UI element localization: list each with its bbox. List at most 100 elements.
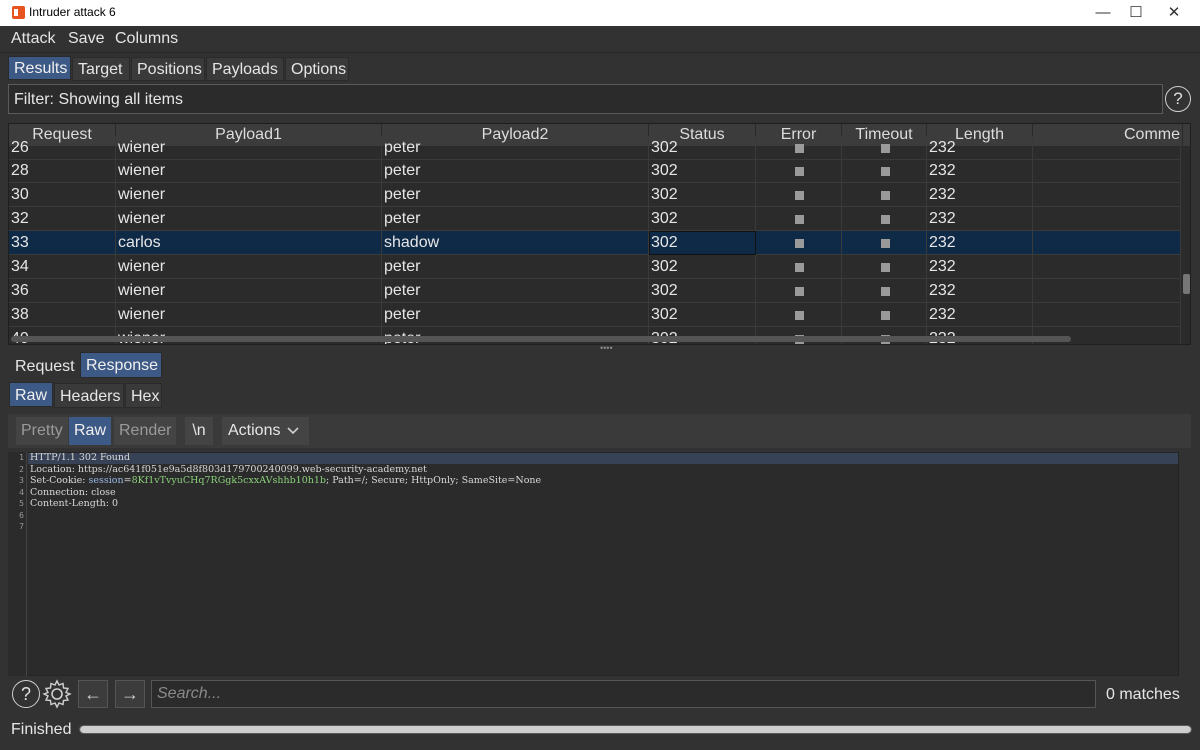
- timeout-checkbox: [881, 191, 890, 200]
- next-match-button[interactable]: →: [115, 680, 145, 708]
- close-button[interactable]: ✕: [1155, 0, 1193, 26]
- actions-label: Actions: [228, 422, 281, 439]
- error-checkbox: [795, 215, 804, 224]
- error-checkbox: [795, 311, 804, 320]
- menu-attack[interactable]: Attack: [11, 30, 55, 48]
- cell-payload1: wiener: [116, 255, 382, 279]
- table-row[interactable]: 30 wiener peter 302 232: [9, 183, 1181, 207]
- cell-payload2: peter: [382, 136, 649, 160]
- line-number: 2: [19, 465, 24, 474]
- table-row[interactable]: 38 wiener peter 302 232: [9, 303, 1181, 327]
- maximize-button[interactable]: ☐: [1117, 0, 1155, 26]
- tab-response[interactable]: Response: [80, 352, 162, 378]
- cell-timeout: [842, 183, 927, 207]
- table-horizontal-scrollbar[interactable]: [11, 336, 1071, 342]
- cell-comment: [1033, 255, 1181, 279]
- cell-request: 36: [9, 279, 116, 303]
- editor-scrollbar[interactable]: [1180, 452, 1191, 676]
- cell-error: [756, 255, 842, 279]
- cookie-value: 8Kf1vTvyuCHq7RGgk5cxxAVshhb10h1b: [131, 475, 326, 486]
- cell-timeout: [842, 136, 927, 160]
- error-checkbox: [795, 167, 804, 176]
- cell-payload2: peter: [382, 255, 649, 279]
- cell-comment: [1033, 231, 1181, 255]
- tab-payloads[interactable]: Payloads: [206, 57, 284, 81]
- cell-length: 232: [927, 303, 1033, 327]
- tab-target[interactable]: Target: [72, 57, 130, 81]
- attack-progress-bar: [79, 725, 1192, 734]
- render-button[interactable]: Render: [114, 417, 177, 445]
- table-row[interactable]: 34 wiener peter 302 232: [9, 255, 1181, 279]
- cell-status: 302: [649, 183, 756, 207]
- table-row-selected[interactable]: 33 carlos shadow 302 232: [9, 231, 1181, 255]
- cell-request: 33: [9, 231, 116, 255]
- table-row[interactable]: 28 wiener peter 302 232: [9, 159, 1181, 183]
- table-row[interactable]: 36 wiener peter 302 232: [9, 279, 1181, 303]
- tab-headers-view[interactable]: Headers: [54, 383, 124, 408]
- tab-request[interactable]: Request: [10, 354, 80, 380]
- line-number: 3: [19, 476, 24, 485]
- window-titlebar: [0, 0, 1200, 26]
- cell-timeout: [842, 159, 927, 183]
- chevron-down-icon: [286, 417, 300, 455]
- cell-payload1: wiener: [116, 159, 382, 183]
- cell-comment: [1033, 303, 1181, 327]
- tab-results[interactable]: Results: [8, 56, 71, 80]
- filter-text[interactable]: Filter: Showing all items: [14, 91, 183, 109]
- message-tab-bar: [0, 351, 1200, 380]
- table-vertical-scrollbar[interactable]: [1183, 146, 1190, 322]
- table-row[interactable]: 26 wiener peter 302 232: [9, 136, 1181, 160]
- cell-request: 30: [9, 183, 116, 207]
- cell-payload1: wiener: [116, 183, 382, 207]
- table-scroll-thumb[interactable]: [1183, 274, 1190, 294]
- response-set-cookie-header: Set-Cookie: session=8Kf1vTvyuCHq7RGgk5cx…: [30, 475, 541, 486]
- cell-length: 232: [927, 183, 1033, 207]
- table-row[interactable]: 32 wiener peter 302 232: [9, 207, 1181, 231]
- cell-error: [756, 183, 842, 207]
- cell-payload2: shadow: [382, 231, 649, 255]
- cell-error: [756, 159, 842, 183]
- error-checkbox: [795, 287, 804, 296]
- line-number-gutter: [8, 452, 27, 676]
- tab-raw-view[interactable]: Raw: [9, 382, 53, 407]
- split-pane-handle[interactable]: ••••: [600, 344, 613, 353]
- cell-timeout: [842, 231, 927, 255]
- timeout-checkbox: [881, 215, 890, 224]
- error-checkbox: [795, 191, 804, 200]
- previous-match-button[interactable]: ←: [78, 680, 108, 708]
- menu-save[interactable]: Save: [68, 30, 104, 48]
- cell-length: 232: [927, 136, 1033, 160]
- cell-payload1: carlos: [116, 231, 382, 255]
- cell-payload2: peter: [382, 183, 649, 207]
- search-input[interactable]: [151, 680, 1096, 708]
- error-checkbox: [795, 144, 804, 153]
- cell-request: 34: [9, 255, 116, 279]
- match-count: 0 matches: [1106, 686, 1180, 703]
- error-checkbox: [795, 239, 804, 248]
- response-connection-header: Connection: close: [30, 487, 116, 498]
- pretty-button[interactable]: Pretty: [16, 417, 68, 445]
- cell-error: [756, 207, 842, 231]
- progress-fill: [80, 726, 1191, 733]
- timeout-checkbox: [881, 311, 890, 320]
- newline-toggle-button[interactable]: \n: [185, 417, 213, 445]
- cell-status: 302: [649, 207, 756, 231]
- actions-dropdown[interactable]: Actions: [222, 417, 309, 445]
- cell-timeout: [842, 255, 927, 279]
- timeout-checkbox: [881, 167, 890, 176]
- error-checkbox: [795, 263, 804, 272]
- help-icon[interactable]: ?: [1165, 86, 1191, 112]
- help-icon[interactable]: ?: [12, 680, 40, 708]
- tab-options[interactable]: Options: [285, 57, 349, 81]
- menu-columns[interactable]: Columns: [115, 30, 178, 48]
- cell-payload1: wiener: [116, 136, 382, 160]
- gear-icon[interactable]: [42, 679, 72, 709]
- tab-hex-view[interactable]: Hex: [125, 383, 162, 408]
- raw-button[interactable]: Raw: [69, 417, 112, 445]
- cell-comment: [1033, 279, 1181, 303]
- cell-error: [756, 231, 842, 255]
- cell-error: [756, 303, 842, 327]
- tab-positions[interactable]: Positions: [131, 57, 205, 81]
- attack-status: Finished: [11, 721, 72, 738]
- cell-length: 232: [927, 279, 1033, 303]
